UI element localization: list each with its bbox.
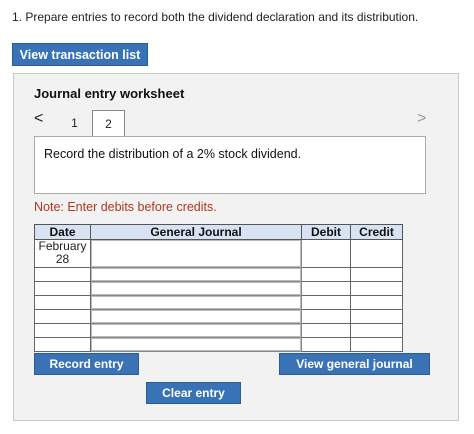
debit-input[interactable] xyxy=(301,295,351,310)
question-text: 1. Prepare entries to record both the di… xyxy=(12,10,419,24)
tab-2[interactable]: 2 xyxy=(92,110,125,137)
account-input[interactable] xyxy=(90,295,302,310)
view-transaction-list-button[interactable]: View transaction list xyxy=(12,43,148,66)
chevron-right-icon[interactable]: > xyxy=(417,110,426,128)
table-row xyxy=(34,281,403,296)
worksheet-title: Journal entry worksheet xyxy=(34,86,185,101)
date-cell xyxy=(34,267,91,282)
account-input[interactable] xyxy=(90,309,302,324)
instruction-box: Record the distribution of a 2% stock di… xyxy=(34,136,426,194)
debit-input[interactable] xyxy=(301,309,351,324)
debit-input[interactable] xyxy=(301,267,351,282)
chevron-left-icon[interactable]: < xyxy=(34,110,43,128)
debit-input[interactable] xyxy=(301,337,351,352)
date-cell: February 28 xyxy=(34,239,91,268)
date-cell xyxy=(34,323,91,338)
credit-input[interactable] xyxy=(350,309,403,324)
credit-input[interactable] xyxy=(350,267,403,282)
credit-input[interactable] xyxy=(350,281,403,296)
credit-input[interactable] xyxy=(350,323,403,338)
date-cell xyxy=(34,309,91,324)
instruction-text: Record the distribution of a 2% stock di… xyxy=(44,147,302,161)
table-header-row: Date General Journal Debit Credit xyxy=(34,224,403,240)
account-input[interactable] xyxy=(90,323,302,338)
account-input[interactable] xyxy=(90,267,302,282)
debit-input[interactable] xyxy=(301,239,351,268)
account-input[interactable] xyxy=(90,337,302,352)
journal-entry-worksheet-panel: Journal entry worksheet < 1 2 > Record t… xyxy=(13,73,459,421)
note-text: Note: Enter debits before credits. xyxy=(34,200,217,214)
clear-entry-button[interactable]: Clear entry xyxy=(146,382,241,404)
date-column-header: Date xyxy=(34,224,91,240)
credit-column-header: Credit xyxy=(350,224,403,240)
table-row xyxy=(34,337,403,352)
credit-input[interactable] xyxy=(350,239,403,268)
credit-input[interactable] xyxy=(350,337,403,352)
date-cell xyxy=(34,337,91,352)
debit-column-header: Debit xyxy=(301,224,351,240)
table-row xyxy=(34,323,403,338)
tab-1[interactable]: 1 xyxy=(58,110,91,136)
account-input[interactable] xyxy=(90,281,302,296)
general-journal-column-header: General Journal xyxy=(90,224,302,240)
debit-input[interactable] xyxy=(301,281,351,296)
date-cell xyxy=(34,281,91,296)
table-row xyxy=(34,295,403,310)
date-cell xyxy=(34,295,91,310)
credit-input[interactable] xyxy=(350,295,403,310)
view-general-journal-button[interactable]: View general journal xyxy=(279,353,430,375)
journal-table: Date General Journal Debit Credit Februa… xyxy=(34,224,403,352)
table-row: February 28 xyxy=(34,239,403,268)
account-input[interactable] xyxy=(90,239,302,268)
table-row xyxy=(34,267,403,282)
record-entry-button[interactable]: Record entry xyxy=(34,353,139,375)
table-row xyxy=(34,309,403,324)
debit-input[interactable] xyxy=(301,323,351,338)
date-day: 28 xyxy=(55,252,70,266)
